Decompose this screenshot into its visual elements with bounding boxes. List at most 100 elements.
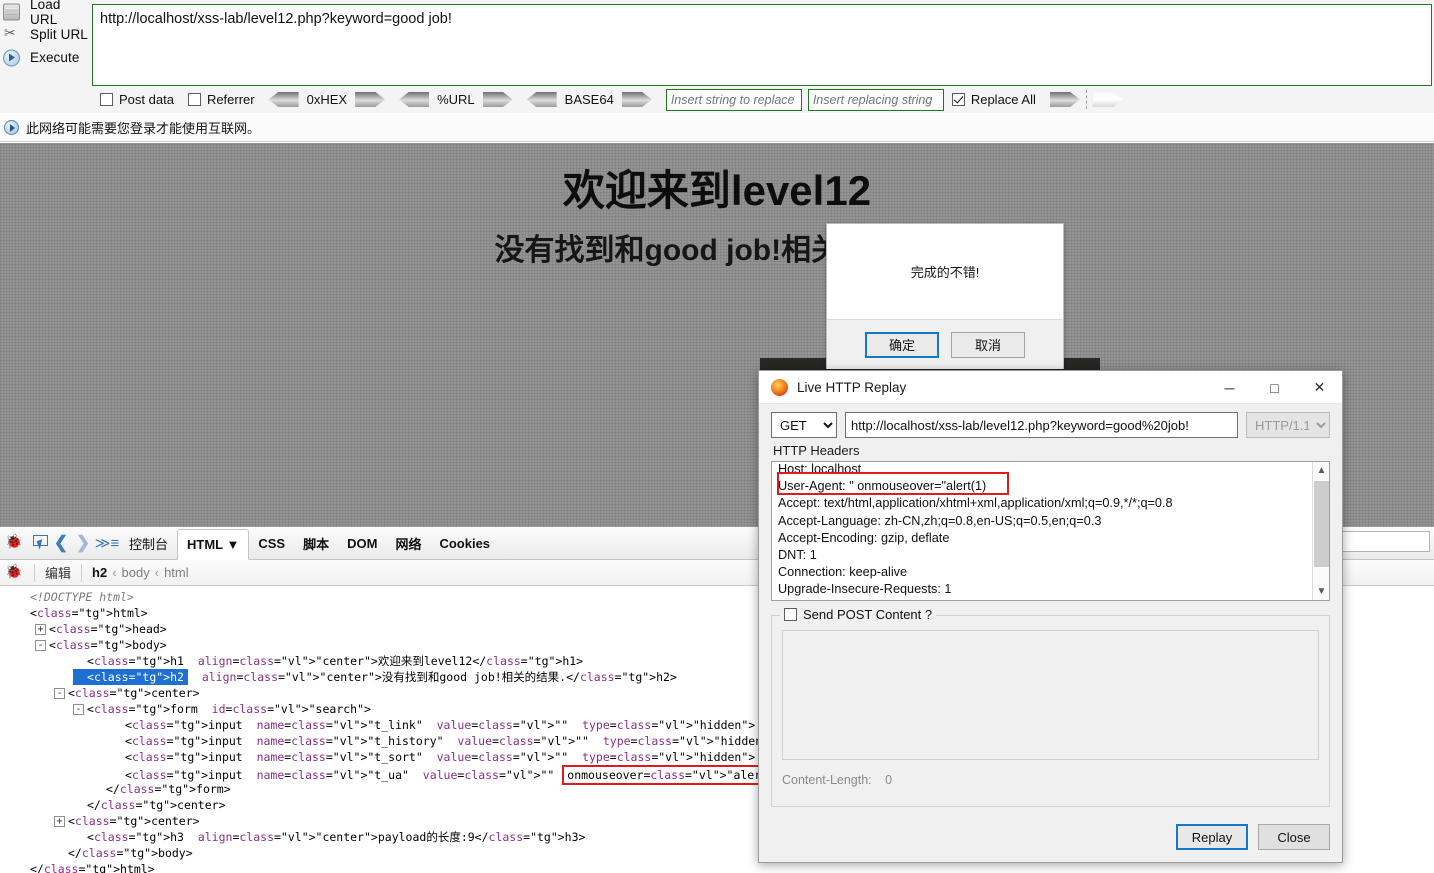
- http-headers-text: Host: localhost User-Agent: " onmouseove…: [778, 462, 1173, 597]
- tab-cookies[interactable]: Cookies: [430, 527, 499, 560]
- tab-script[interactable]: 脚本: [294, 527, 338, 560]
- twisty-toggle[interactable]: -: [73, 704, 84, 715]
- send-post-box: [784, 608, 797, 621]
- http-headers-box[interactable]: Host: localhost User-Agent: " onmouseove…: [771, 461, 1330, 601]
- post-data-checkbox[interactable]: Post data: [100, 92, 174, 107]
- alert-buttons: 确定 取消: [827, 319, 1063, 369]
- hackbar-actions: Load URL Split URL Execute: [0, 0, 90, 86]
- firebug-logo-icon[interactable]: [4, 532, 26, 554]
- maximize-icon[interactable]: □: [1252, 371, 1297, 404]
- breadcrumb-item-html[interactable]: html: [164, 565, 189, 580]
- breadcrumb-divider-1: [34, 563, 35, 582]
- replace-find-input[interactable]: [665, 88, 802, 111]
- hex-encode-arrow-icon[interactable]: [355, 92, 386, 107]
- replace-all-checkbox[interactable]: Replace All: [951, 92, 1036, 107]
- scissors-icon: [3, 24, 20, 43]
- tab-html[interactable]: HTML ▼: [177, 529, 250, 560]
- tab-console[interactable]: 控制台: [120, 527, 177, 560]
- replace-apply-arrow-icon[interactable]: [1049, 92, 1080, 107]
- content-length-value: 0: [885, 773, 893, 787]
- url-encode-arrow-icon[interactable]: [482, 92, 513, 107]
- twisty-toggle[interactable]: -: [54, 688, 65, 699]
- twisty-toggle[interactable]: -: [35, 640, 46, 651]
- hex-label: 0xHEX: [306, 92, 348, 107]
- play-icon: [3, 49, 20, 66]
- page-title: 欢迎来到level12: [562, 167, 872, 214]
- window-controls: ─ □ ✕: [1207, 371, 1342, 404]
- base64-label: BASE64: [564, 92, 614, 107]
- inspect-element-icon[interactable]: [30, 532, 50, 554]
- twisty-toggle[interactable]: +: [54, 816, 65, 827]
- firefox-icon: [771, 378, 788, 396]
- encoder-hex: 0xHEX: [268, 92, 386, 107]
- selected-node[interactable]: <class="tg">h2: [73, 669, 188, 685]
- execute-label: Execute: [30, 50, 80, 65]
- content-length-label: Content-Length:: [782, 773, 872, 787]
- replay-button[interactable]: Replay: [1176, 824, 1248, 850]
- referrer-checkbox[interactable]: Referrer: [187, 92, 255, 107]
- post-content-textarea[interactable]: [782, 630, 1319, 760]
- hackbar-options-row: Post data Referrer 0xHEX %URL BASE64 Ins…: [0, 86, 1434, 113]
- scrollbar-thumb[interactable]: [1314, 481, 1329, 567]
- scroll-up-icon[interactable]: ▲: [1313, 462, 1329, 479]
- close-button[interactable]: Close: [1258, 824, 1330, 850]
- nav-forward-icon[interactable]: ❯: [72, 533, 94, 553]
- referrer-label: Referrer: [206, 92, 255, 107]
- nav-back-icon[interactable]: ❮: [50, 533, 72, 553]
- replace-with-input[interactable]: [807, 88, 944, 111]
- replace-extra-arrow-icon[interactable]: [1092, 92, 1123, 107]
- panel-list-icon[interactable]: ≫≡: [94, 534, 120, 552]
- alert-ok-button[interactable]: 确定: [865, 331, 939, 358]
- referrer-box: [187, 93, 201, 106]
- http-method-select[interactable]: GET: [771, 412, 837, 438]
- base64-encode-arrow-icon[interactable]: [621, 92, 652, 107]
- post-data-box: [100, 93, 113, 106]
- split-url-button[interactable]: Split URL: [0, 23, 90, 46]
- info-icon: [4, 120, 19, 135]
- breadcrumb-sep-1: ‹: [112, 565, 117, 580]
- breadcrumb-divider-2: [81, 563, 83, 582]
- breadcrumb-item-body[interactable]: body: [122, 565, 150, 580]
- send-post-checkbox[interactable]: Send POST Content ?: [780, 607, 937, 622]
- url-input[interactable]: http://localhost/xss-lab/level12.php?key…: [92, 4, 1432, 86]
- request-line-row: GET HTTP/1.1: [759, 404, 1342, 438]
- url-decode-arrow-icon[interactable]: [399, 92, 430, 107]
- firebug-small-icon: [4, 562, 24, 584]
- twisty-toggle[interactable]: +: [35, 624, 46, 635]
- load-url-button[interactable]: Load URL: [0, 0, 90, 27]
- screen: Load URL Split URL Execute http://localh…: [0, 0, 1434, 873]
- request-url-input[interactable]: [845, 412, 1238, 438]
- split-url-label: Split URL: [30, 27, 88, 42]
- base64-decode-arrow-icon[interactable]: [526, 92, 557, 107]
- scroll-down-icon[interactable]: ▼: [1313, 583, 1329, 600]
- content-length-row: Content-Length: 0: [782, 773, 1319, 787]
- load-icon: [3, 3, 20, 20]
- tab-css[interactable]: CSS: [249, 527, 294, 560]
- tab-net[interactable]: 网络: [386, 527, 430, 560]
- dialog-buttons: Replay Close: [1176, 824, 1330, 850]
- tab-dom[interactable]: DOM: [338, 527, 386, 560]
- alert-message: 完成的不错!: [910, 265, 980, 280]
- replace-all-label: Replace All: [970, 92, 1036, 107]
- notification-text: 此网络可能需要您登录才能使用互联网。: [26, 121, 261, 136]
- encoder-url: %URL: [399, 92, 513, 107]
- window-title: Live HTTP Replay: [797, 379, 907, 395]
- headers-scrollbar[interactable]: ▲ ▼: [1312, 462, 1329, 600]
- minimize-icon[interactable]: ─: [1207, 371, 1252, 404]
- hex-decode-arrow-icon[interactable]: [268, 92, 299, 107]
- page-subtitle: 没有找到和good job!相关的结果.: [494, 234, 940, 267]
- breadcrumb-item-h2[interactable]: h2: [92, 565, 107, 580]
- close-icon[interactable]: ✕: [1297, 371, 1342, 404]
- alert-cancel-button[interactable]: 取消: [951, 331, 1025, 358]
- send-post-label: Send POST Content ?: [803, 607, 933, 622]
- edit-button[interactable]: 编辑: [45, 563, 71, 582]
- url-enc-label: %URL: [437, 92, 475, 107]
- network-notification-bar: 此网络可能需要您登录才能使用互联网。: [0, 114, 1434, 142]
- encoder-base64: BASE64: [526, 92, 652, 107]
- breadcrumb-sep-2: ‹: [154, 565, 160, 580]
- http-version-select[interactable]: HTTP/1.1: [1246, 412, 1330, 438]
- replace-all-box: [951, 93, 965, 106]
- window-titlebar[interactable]: Live HTTP Replay ─ □ ✕: [759, 371, 1342, 404]
- toolbar-divider: [1085, 90, 1087, 109]
- execute-button[interactable]: Execute: [0, 46, 90, 69]
